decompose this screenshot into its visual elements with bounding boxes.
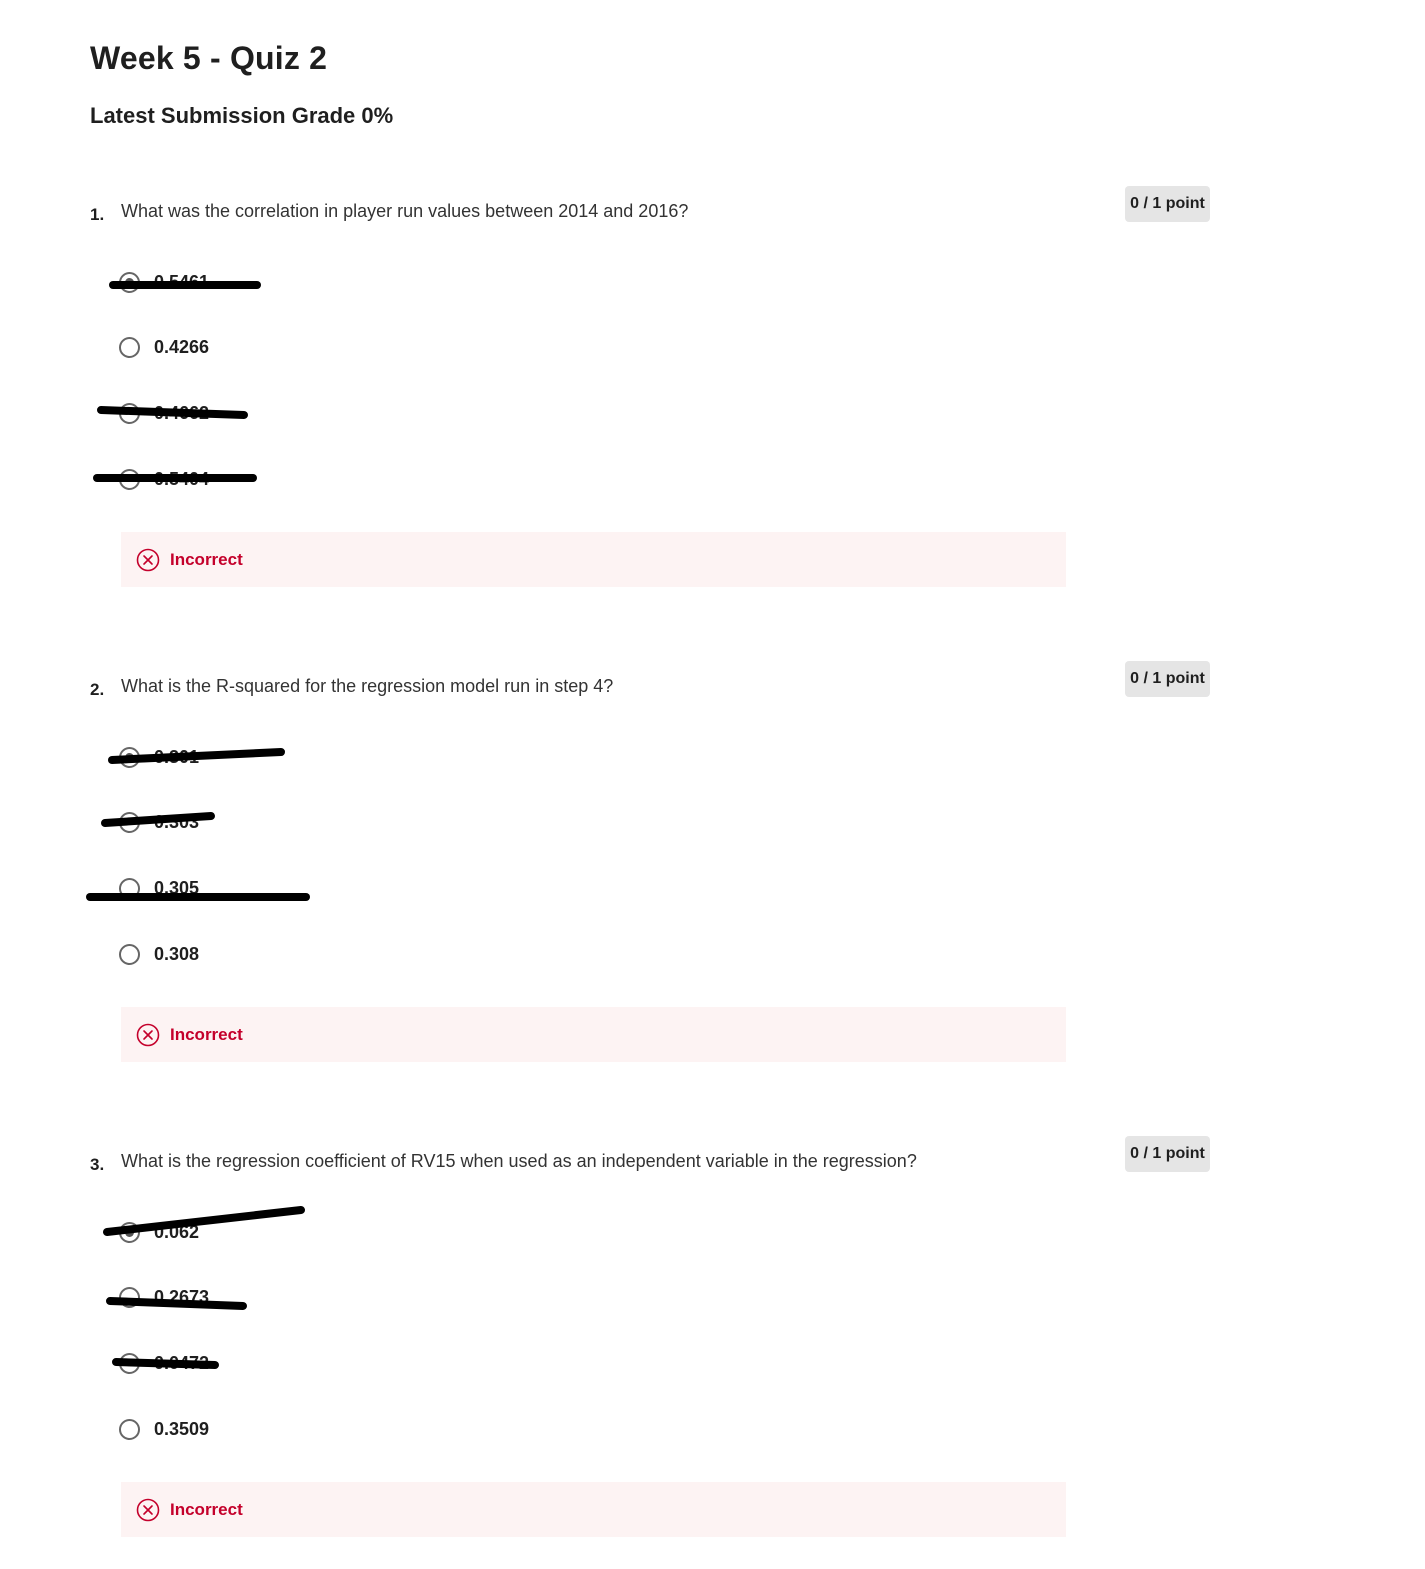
radio-button-icon[interactable] <box>119 402 140 424</box>
option-3[interactable]: 0.4662 <box>119 399 209 427</box>
feedback-banner: Incorrect <box>121 1482 1066 1537</box>
error-circle-x-icon <box>136 1498 160 1521</box>
question-number: 2. <box>90 680 105 699</box>
radio-button-icon[interactable] <box>119 1352 140 1374</box>
option-2[interactable]: 0.303 <box>119 808 199 836</box>
option-label: 0.5461 <box>154 271 210 292</box>
points-badge: 0 / 1 point <box>1125 1136 1210 1172</box>
feedback-text: Incorrect <box>170 1024 243 1044</box>
question-text: What is the regression coefficient of RV… <box>121 1151 917 1171</box>
option-4[interactable]: 0.308 <box>119 940 199 968</box>
feedback-text: Incorrect <box>170 1499 243 1519</box>
option-label: 0.3509 <box>154 1418 210 1439</box>
latest-submission-grade: Latest Submission Grade 0% <box>90 103 394 128</box>
option-2[interactable]: 0.2673 <box>119 1283 209 1311</box>
radio-button-icon[interactable] <box>119 336 140 358</box>
radio-button-icon[interactable] <box>119 811 140 833</box>
page-title: Week 5 - Quiz 2 <box>90 40 328 76</box>
radio-button-icon[interactable] <box>119 943 140 965</box>
option-1[interactable]: 0.062 <box>119 1218 199 1246</box>
option-4[interactable]: 0.3509 <box>119 1415 209 1443</box>
question-number: 3. <box>90 1155 105 1174</box>
option-4[interactable]: 0.5404 <box>119 465 209 493</box>
radio-button-icon[interactable] <box>119 1221 140 1243</box>
option-1[interactable]: 0.5461 <box>119 268 209 296</box>
option-label: 0.308 <box>154 943 200 964</box>
error-circle-x-icon <box>136 548 160 571</box>
option-label: 0.5404 <box>154 468 210 489</box>
feedback-banner: Incorrect <box>121 532 1066 587</box>
option-2[interactable]: 0.4266 <box>119 333 209 361</box>
option-label: 0.4662 <box>154 402 210 423</box>
points-badge: 0 / 1 point <box>1125 661 1210 697</box>
question-1: 1. What was the correlation in player ru… <box>0 186 1425 619</box>
option-label: 0.062 <box>154 1221 200 1242</box>
feedback-banner: Incorrect <box>121 1007 1066 1062</box>
question-number: 1. <box>90 205 105 224</box>
option-label: 0.2673 <box>154 1286 210 1307</box>
feedback-text: Incorrect <box>170 549 243 569</box>
error-circle-x-icon <box>136 1023 160 1046</box>
question-text: What is the R-squared for the regression… <box>121 676 614 696</box>
radio-button-icon[interactable] <box>119 271 140 293</box>
radio-button-icon[interactable] <box>119 877 140 899</box>
question-3: 3. What is the regression coefficient of… <box>0 1136 1425 1569</box>
radio-button-icon[interactable] <box>119 1418 140 1440</box>
radio-button-icon[interactable] <box>119 746 140 768</box>
option-1[interactable]: 0.301 <box>119 743 199 771</box>
option-label: 0.303 <box>154 811 200 832</box>
option-label: 0.305 <box>154 877 200 898</box>
option-label: 0.4266 <box>154 336 210 357</box>
option-label: 0.301 <box>154 746 200 767</box>
option-3[interactable]: 0.305 <box>119 874 199 902</box>
question-2: 2. What is the R-squared for the regress… <box>0 661 1425 1094</box>
radio-button-icon[interactable] <box>119 1286 140 1308</box>
question-text: What was the correlation in player run v… <box>121 201 689 221</box>
radio-button-icon[interactable] <box>119 468 140 490</box>
option-3[interactable]: 0.0472 <box>119 1349 209 1377</box>
option-label: 0.0472 <box>154 1352 210 1373</box>
points-badge: 0 / 1 point <box>1125 186 1210 222</box>
